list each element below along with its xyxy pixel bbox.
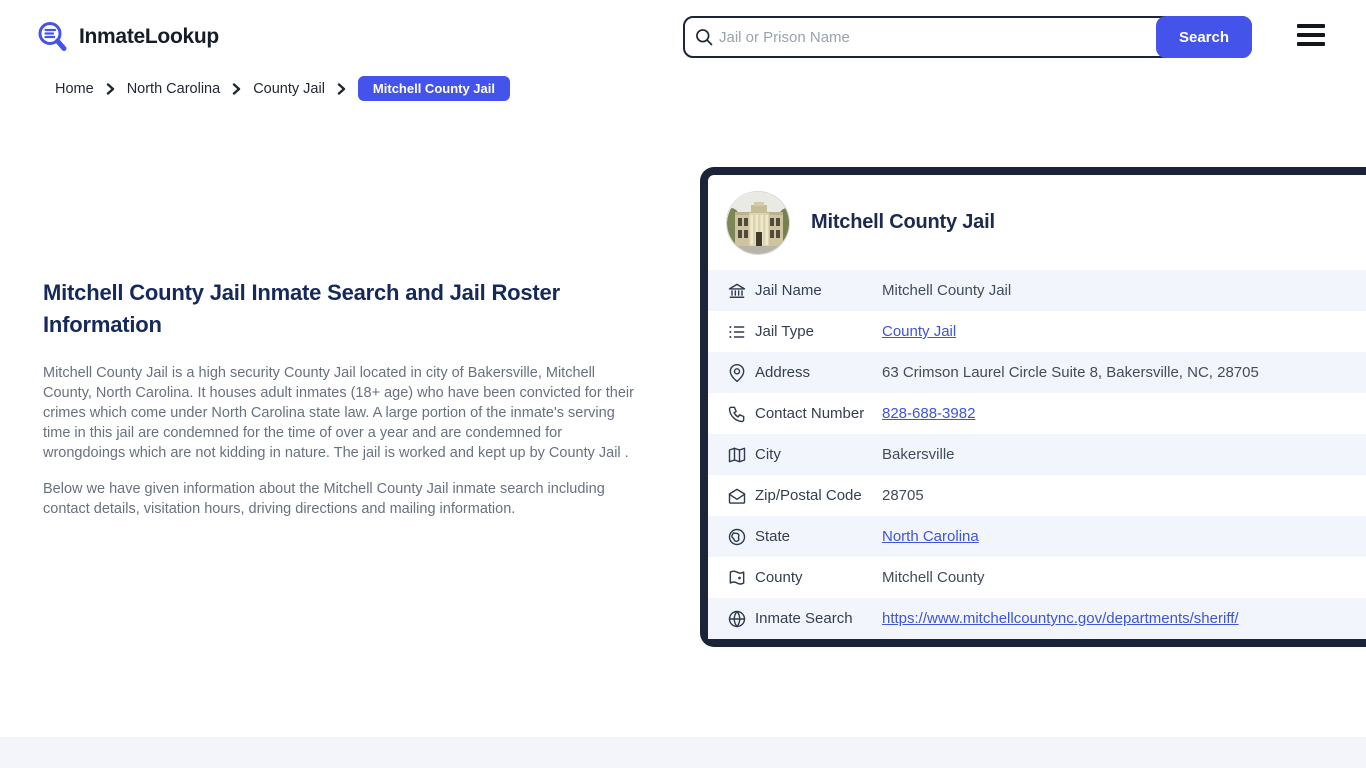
page-title: Mitchell County Jail Inmate Search and J…	[43, 280, 560, 337]
row-label: County	[755, 569, 803, 586]
table-row-inmate-search: Inmate Search https://www.mitchellcounty…	[708, 598, 1366, 639]
row-value: Mitchell County Jail	[882, 282, 1012, 299]
footer-strip	[0, 737, 1366, 768]
globe-state-icon	[727, 527, 747, 547]
row-label: Jail Type	[755, 323, 814, 340]
table-row-county: County Mitchell County	[708, 557, 1366, 598]
brand-logo[interactable]: InmateLookup	[36, 20, 219, 54]
chevron-right-icon	[336, 82, 347, 95]
table-row-city: City Bakersville	[708, 434, 1366, 475]
row-label: Address	[755, 364, 811, 381]
map-pin-icon	[727, 363, 747, 383]
article: Mitchell County Jail Inmate Search and J…	[43, 277, 643, 519]
row-label: Zip/Postal Code	[755, 487, 862, 504]
jail-info-card: Mitchell County Jail Jail Name Mitchell …	[700, 167, 1366, 647]
chevron-right-icon	[105, 82, 116, 95]
magnifier-logo-icon	[36, 20, 70, 54]
breadcrumb: Home North Carolina County Jail Mitchell…	[55, 76, 510, 101]
jail-details-table: Jail Name Mitchell County Jail Jail Type…	[708, 270, 1366, 639]
map-icon	[727, 445, 747, 465]
breadcrumb-home[interactable]: Home	[55, 81, 94, 97]
row-label: City	[755, 446, 781, 463]
table-row-zip: Zip/Postal Code 28705	[708, 475, 1366, 516]
table-row-address: Address 63 Crimson Laurel Circle Suite 8…	[708, 352, 1366, 393]
table-row-state: State North Carolina	[708, 516, 1366, 557]
row-label: Contact Number	[755, 405, 865, 422]
row-label: Jail Name	[755, 282, 822, 299]
intro-paragraph: Mitchell County Jail is a high security …	[43, 365, 634, 461]
breadcrumb-state[interactable]: North Carolina	[127, 81, 221, 97]
bank-icon	[727, 281, 747, 301]
jail-card-title: Mitchell County Jail	[811, 211, 995, 233]
jail-photo	[726, 190, 790, 255]
menu-icon[interactable]	[1297, 24, 1325, 46]
row-value: Bakersville	[882, 446, 955, 463]
chevron-right-icon	[231, 82, 242, 95]
mail-icon	[727, 486, 747, 506]
jail-type-link[interactable]: County Jail	[882, 323, 956, 340]
county-icon	[727, 568, 747, 588]
search-input[interactable]	[719, 18, 1139, 56]
table-row-jail-name: Jail Name Mitchell County Jail	[708, 270, 1366, 311]
table-row-jail-type: Jail Type County Jail	[708, 311, 1366, 352]
phone-icon	[727, 404, 747, 424]
row-value: 28705	[882, 487, 924, 504]
list-icon	[727, 322, 747, 342]
brand-name: InmateLookup	[79, 25, 219, 48]
search-button[interactable]: Search	[1156, 16, 1252, 58]
row-value: 63 Crimson Laurel Circle Suite 8, Bakers…	[882, 364, 1259, 381]
globe-icon	[727, 609, 747, 629]
table-row-contact: Contact Number 828-688-3982	[708, 393, 1366, 434]
phone-link[interactable]: 828-688-3982	[882, 405, 975, 422]
row-label: State	[755, 528, 791, 545]
row-value: Mitchell County	[882, 569, 985, 586]
state-link[interactable]: North Carolina	[882, 528, 979, 545]
search-icon	[694, 27, 714, 47]
card-header: Mitchell County Jail	[708, 175, 1366, 270]
breadcrumb-type[interactable]: County Jail	[253, 81, 325, 97]
search-bar: Search	[683, 16, 1252, 58]
breadcrumb-current-badge[interactable]: Mitchell County Jail	[357, 76, 510, 101]
inmate-search-link[interactable]: https://www.mitchellcountync.gov/departm…	[882, 610, 1239, 627]
row-label: Inmate Search	[755, 610, 853, 627]
info-paragraph: Below we have given information about th…	[43, 481, 605, 517]
